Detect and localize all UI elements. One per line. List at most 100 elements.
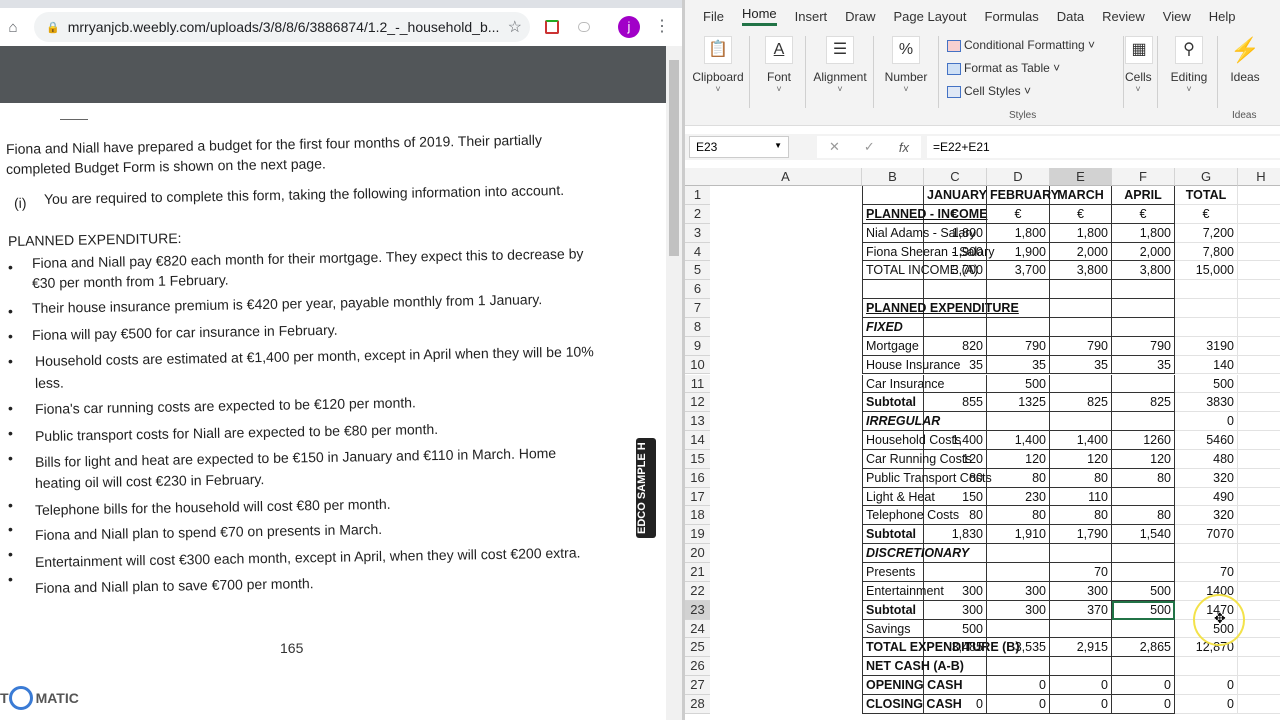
cell-D19[interactable]: 1,790	[1050, 525, 1112, 545]
cells-group[interactable]: ▦ Cells ˅	[1125, 36, 1153, 94]
row-header[interactable]: 24	[685, 619, 710, 639]
menu-tab-page-layout[interactable]: Page Layout	[894, 9, 967, 24]
profile-avatar[interactable]: j	[618, 16, 640, 38]
home-icon[interactable]: ⌂	[0, 19, 26, 36]
column-header-D[interactable]: D	[987, 168, 1050, 186]
cell-D26[interactable]	[1050, 657, 1112, 677]
row-header[interactable]: 11	[685, 374, 710, 394]
cell-D11[interactable]	[1050, 374, 1112, 394]
cell-D20[interactable]	[1050, 544, 1112, 563]
cell-G14[interactable]	[1175, 431, 1238, 450]
font-group[interactable]: A Font ˅	[757, 36, 801, 94]
cell-E21[interactable]	[1112, 563, 1175, 582]
cell-G20[interactable]	[1175, 544, 1238, 563]
cell-E6[interactable]	[1112, 280, 1175, 300]
cell-C27[interactable]: 0	[987, 676, 1050, 695]
cell-C28[interactable]: 0	[987, 694, 1050, 714]
row-header[interactable]: 18	[685, 506, 710, 526]
cell-B10[interactable]: 35	[924, 355, 987, 375]
pdf-scrollbar[interactable]	[666, 46, 682, 720]
cell-C23[interactable]: 300	[987, 600, 1050, 620]
cell-C26[interactable]	[987, 657, 1050, 677]
cell-C4[interactable]: 1,900	[987, 242, 1050, 262]
row-header[interactable]: 23	[685, 600, 710, 620]
cell-G10[interactable]	[1175, 355, 1238, 375]
cell-B1[interactable]: JANUARY	[924, 186, 987, 205]
cell-H5[interactable]	[1238, 261, 1280, 281]
cell-B15[interactable]: 120	[924, 449, 987, 469]
row-header[interactable]: 28	[685, 694, 710, 714]
cell-H4[interactable]	[1238, 243, 1280, 262]
cell-E10[interactable]: 35	[1112, 355, 1175, 375]
cell-G6[interactable]	[1175, 280, 1238, 300]
menu-tab-file[interactable]: File	[703, 9, 724, 24]
conditional-formatting-button[interactable]: Conditional Formatting ˅	[947, 38, 1095, 52]
cell-C24[interactable]	[987, 619, 1050, 639]
cell-G1[interactable]	[1175, 186, 1238, 205]
row-header[interactable]: 4	[685, 242, 710, 262]
enter-icon[interactable]: ✓	[864, 139, 875, 155]
cell-H26[interactable]	[1238, 657, 1280, 677]
extension-icon-2[interactable]	[578, 22, 590, 32]
cell-H13[interactable]	[1238, 412, 1280, 432]
cell-B5[interactable]: 3,700	[924, 261, 987, 281]
cell-D13[interactable]	[1050, 412, 1112, 432]
column-header-B[interactable]: B	[862, 168, 924, 186]
cell-A25[interactable]: TOTAL EXPENDITURE (B)	[862, 638, 1019, 658]
row-header[interactable]: 10	[685, 355, 710, 375]
cell-E12[interactable]: 825	[1112, 393, 1175, 413]
cell-D16[interactable]: 80	[1050, 468, 1112, 488]
cell-H12[interactable]	[1238, 393, 1280, 413]
clipboard-group[interactable]: 📋 Clipboard ˅	[691, 36, 745, 94]
cell-C25[interactable]: 3,535	[987, 638, 1050, 658]
cell-C21[interactable]	[987, 563, 1050, 582]
cell-C2[interactable]: €	[987, 204, 1050, 224]
cell-E22[interactable]: 500	[1112, 581, 1175, 601]
cell-E4[interactable]: 2,000	[1112, 242, 1175, 262]
cell-A9[interactable]: Mortgage	[862, 336, 924, 356]
cell-styles-button[interactable]: Cell Styles ˅	[947, 84, 1031, 98]
cell-A19[interactable]: Subtotal	[862, 525, 924, 545]
cell-C8[interactable]	[987, 317, 1050, 337]
cell-B26[interactable]	[924, 657, 987, 677]
cell-D3[interactable]: 1,800	[1050, 223, 1112, 243]
cell-G28[interactable]	[1175, 694, 1238, 714]
cell-G16[interactable]	[1175, 468, 1238, 488]
cell-D24[interactable]	[1050, 619, 1112, 639]
bookmark-star-icon[interactable]: ☆	[508, 17, 522, 37]
cell-E7[interactable]	[1112, 299, 1175, 318]
cell-G26[interactable]	[1175, 657, 1238, 677]
cell-H2[interactable]	[1238, 205, 1280, 224]
cell-C7[interactable]	[987, 299, 1050, 318]
cell-E24[interactable]	[1112, 619, 1175, 639]
cell-G3[interactable]	[1175, 223, 1238, 243]
cell-G9[interactable]	[1175, 336, 1238, 356]
row-header[interactable]: 20	[685, 544, 710, 563]
cell-G17[interactable]	[1175, 487, 1238, 507]
cell-C14[interactable]: 1,400	[987, 431, 1050, 450]
cell-B23[interactable]: 300	[924, 600, 987, 620]
cell-C12[interactable]: 1325	[987, 393, 1050, 413]
cell-C11[interactable]: 500	[987, 374, 1050, 394]
cell-D9[interactable]: 790	[1050, 336, 1112, 356]
cell-E5[interactable]: 3,800	[1112, 261, 1175, 281]
cell-B7[interactable]	[924, 299, 987, 318]
cell-A21[interactable]: Presents	[862, 563, 924, 582]
cell-E20[interactable]	[1112, 544, 1175, 563]
cell-E18[interactable]: 80	[1112, 506, 1175, 526]
cell-A11[interactable]: Car Insurance	[862, 374, 945, 394]
row-header[interactable]: 8	[685, 317, 710, 337]
row-header[interactable]: 17	[685, 487, 710, 507]
cell-D5[interactable]: 3,800	[1050, 261, 1112, 281]
cell-C10[interactable]: 35	[987, 355, 1050, 375]
cell-D12[interactable]: 825	[1050, 393, 1112, 413]
cell-A27[interactable]: OPENING CASH	[862, 676, 963, 695]
column-header-A[interactable]: A	[710, 168, 862, 186]
column-header-G[interactable]: G	[1175, 168, 1238, 186]
row-header[interactable]: 15	[685, 449, 710, 469]
cell-B2[interactable]: €	[924, 204, 987, 224]
cell-C19[interactable]: 1,910	[987, 525, 1050, 545]
row-header[interactable]: 26	[685, 657, 710, 677]
row-header[interactable]: 14	[685, 431, 710, 450]
cell-B13[interactable]	[924, 412, 987, 432]
